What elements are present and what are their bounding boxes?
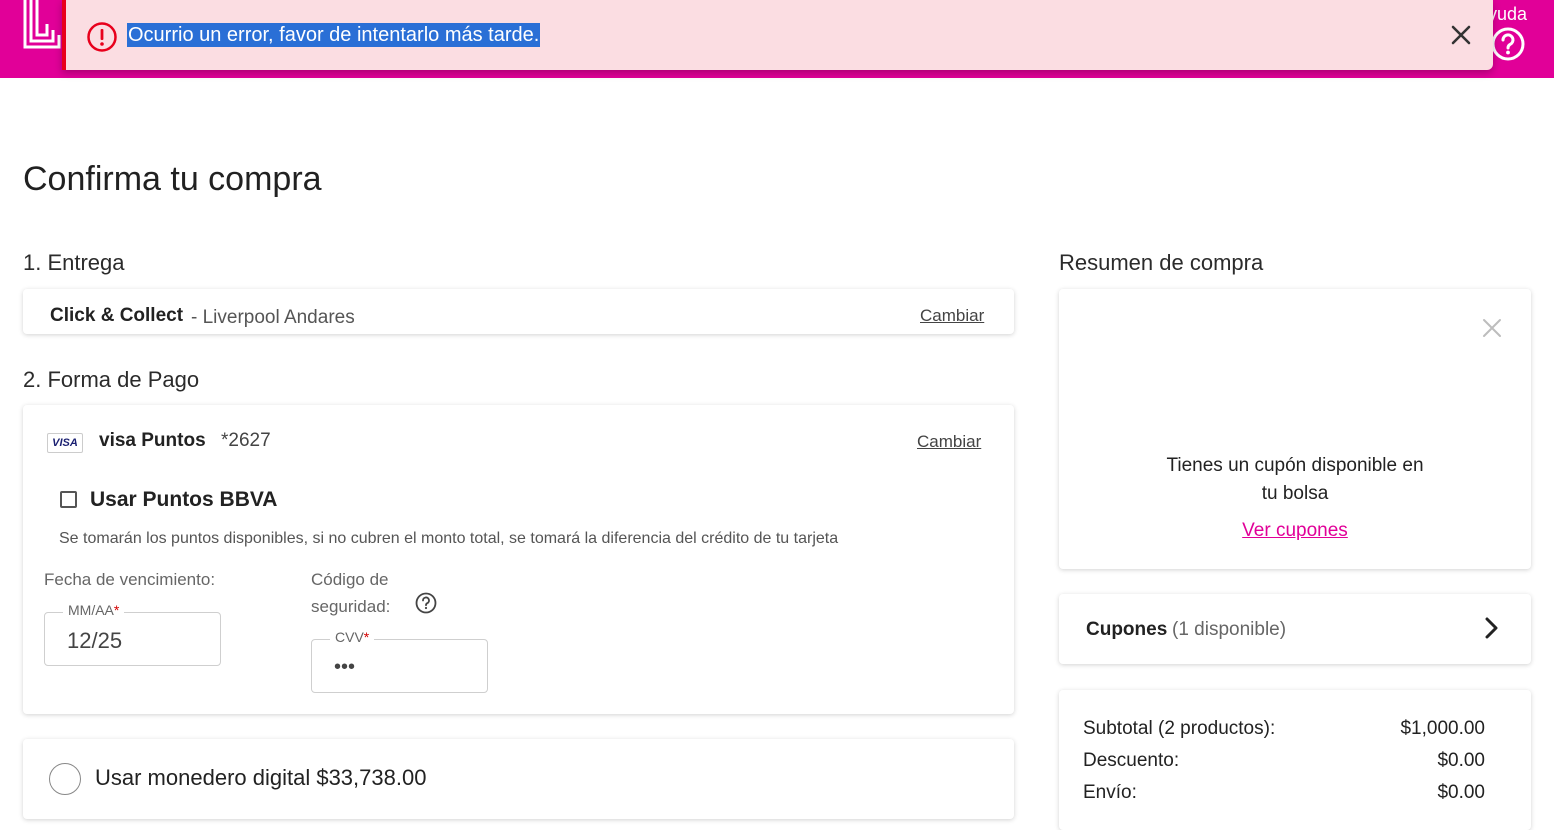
change-payment-link[interactable]: Cambiar <box>917 432 981 452</box>
subtotal-value: $1,000.00 <box>1400 718 1485 739</box>
view-coupons-link[interactable]: Ver cupones <box>1059 520 1531 542</box>
delivery-heading: 1. Entrega <box>23 250 125 275</box>
chevron-right-icon[interactable] <box>1481 616 1501 640</box>
cvv-field[interactable]: CVV* ••• <box>311 629 488 693</box>
page-title: Confirma tu compra <box>23 160 322 198</box>
liverpool-logo-icon[interactable] <box>22 0 62 52</box>
coupons-count: (1 disponible) <box>1172 619 1287 640</box>
cvv-caption-2: seguridad: <box>311 597 391 616</box>
coupon-message: Tienes un cupón disponible en tu bolsa <box>1166 455 1424 504</box>
cvv-help-icon[interactable] <box>415 592 437 614</box>
use-points-label[interactable]: Usar Puntos BBVA <box>90 488 277 512</box>
delivery-store: - Liverpool Andares <box>191 307 355 328</box>
subtotal-row: Subtotal (2 productos): $1,000.00 <box>1083 718 1485 740</box>
discount-row: Descuento: $0.00 <box>1083 750 1485 772</box>
visa-card-icon: VISA <box>47 433 83 453</box>
delivery-card: Click & Collect - Liverpool Andares Camb… <box>23 289 1014 334</box>
error-message: Ocurrio un error, favor de intentarlo má… <box>127 23 541 47</box>
summary-heading: Resumen de compra <box>1059 250 1264 275</box>
points-note: Se tomarán los puntos disponibles, si no… <box>59 530 839 547</box>
card-number: *2627 <box>221 430 271 451</box>
error-alert: Ocurrio un error, favor de intentarlo má… <box>62 0 1493 70</box>
help-label[interactable]: yuda <box>1488 4 1527 25</box>
payment-card: VISA visa Puntos *2627 Cambiar Usar Punt… <box>23 405 1014 714</box>
close-icon[interactable] <box>1450 24 1472 46</box>
expiry-legend: MM/AA* <box>63 602 125 618</box>
totals-card: Subtotal (2 productos): $1,000.00 Descue… <box>1059 690 1531 830</box>
shipping-label: Envío: <box>1083 782 1137 803</box>
close-icon[interactable] <box>1481 317 1503 339</box>
shipping-row: Envío: $0.00 <box>1083 782 1485 804</box>
wallet-card: Usar monedero digital $33,738.00 <box>23 739 1014 819</box>
coupons-row[interactable]: Cupones (1 disponible) <box>1059 594 1531 664</box>
discount-label: Descuento: <box>1083 750 1180 771</box>
subtotal-label: Subtotal (2 productos): <box>1083 718 1276 739</box>
coupon-banner-card: Tienes un cupón disponible en tu bolsa V… <box>1059 289 1531 569</box>
help-question-icon[interactable] <box>1490 26 1526 62</box>
coupons-label: Cupones <box>1086 619 1168 640</box>
cvv-legend: CVV* <box>330 629 375 645</box>
use-points-checkbox[interactable] <box>60 491 77 508</box>
card-name: visa Puntos <box>99 430 206 451</box>
expiry-field[interactable]: MM/AA* 12/25 <box>44 602 221 666</box>
cvv-caption-1: Código de <box>311 570 389 589</box>
payment-heading: 2. Forma de Pago <box>23 367 200 392</box>
shipping-value: $0.00 <box>1437 782 1485 803</box>
expiry-value: 12/25 <box>67 628 123 653</box>
error-circle-icon <box>87 22 117 52</box>
delivery-method: Click & Collect <box>50 305 184 326</box>
wallet-label[interactable]: Usar monedero digital $33,738.00 <box>95 765 426 791</box>
wallet-radio[interactable] <box>49 763 81 795</box>
discount-value: $0.00 <box>1437 750 1485 771</box>
cvv-value: ••• <box>334 656 356 678</box>
change-delivery-link[interactable]: Cambiar <box>920 306 984 326</box>
expiry-caption: Fecha de vencimiento: <box>44 570 216 589</box>
